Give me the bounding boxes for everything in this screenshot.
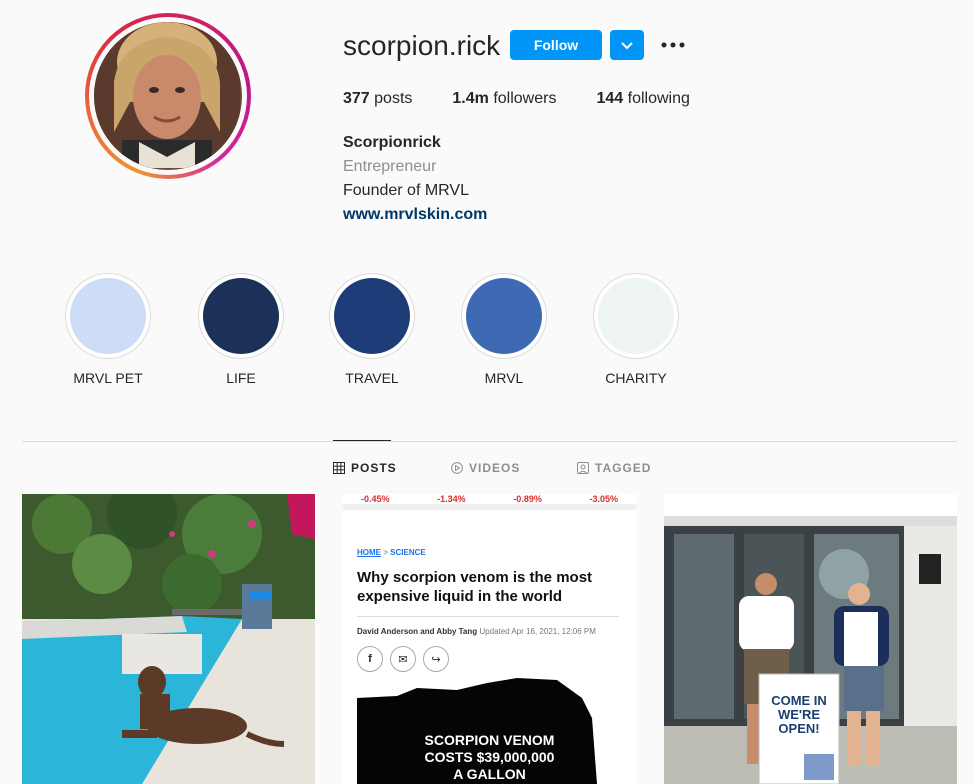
play-icon bbox=[451, 462, 463, 474]
profile-avatar-ring[interactable] bbox=[85, 13, 251, 179]
suggested-dropdown-button[interactable] bbox=[610, 30, 644, 60]
profile-username: scorpion.rick bbox=[343, 30, 501, 61]
bio-line: Founder of MRVL bbox=[343, 182, 469, 199]
facebook-icon: f bbox=[357, 646, 383, 672]
article-breadcrumb: HOME > SCIENCE bbox=[357, 548, 426, 557]
more-options-button[interactable] bbox=[658, 30, 688, 60]
highlight-label: MRVL PET bbox=[73, 370, 143, 386]
tab-label: TAGGED bbox=[595, 461, 652, 475]
tab-posts[interactable]: POSTS bbox=[333, 461, 397, 475]
stat-following[interactable]: 144 following bbox=[596, 90, 689, 108]
highlight-label: MRVL bbox=[484, 370, 524, 386]
bio-link[interactable]: www.mrvlskin.com bbox=[343, 203, 487, 227]
store-opening-image bbox=[664, 494, 957, 784]
post-thumbnail-article[interactable]: -0.45% -1.34% -0.89% -3.05% HOME > SCIEN… bbox=[343, 494, 636, 784]
stat-followers[interactable]: 1.4m followers bbox=[452, 90, 556, 108]
article-image-caption: SCORPION VENOM COSTS $39,000,000 A GALLO… bbox=[424, 732, 555, 782]
profile-stats: 377 posts 1.4m followers 144 following bbox=[343, 90, 690, 108]
tab-tagged[interactable]: TAGGED bbox=[577, 461, 651, 475]
highlight-mrvl-pet[interactable]: MRVL PET bbox=[65, 273, 151, 386]
highlight-label: CHARITY bbox=[605, 370, 667, 386]
grid-icon bbox=[333, 462, 345, 474]
chevron-down-icon bbox=[621, 42, 633, 50]
tab-videos[interactable]: VIDEOS bbox=[451, 461, 520, 475]
stat-posts: 377 posts bbox=[343, 90, 413, 107]
bio-category: Entrepreneur bbox=[343, 158, 437, 175]
tab-label: VIDEOS bbox=[469, 461, 521, 475]
post-thumbnail-store-opening[interactable]: COME IN WE'RE OPEN! bbox=[664, 494, 957, 784]
share-icon: ↪ bbox=[423, 646, 449, 672]
highlight-label: TRAVEL bbox=[345, 370, 399, 386]
profile-bio: Scorpionrick Entrepreneur Founder of MRV… bbox=[343, 131, 487, 227]
tag-icon bbox=[577, 462, 589, 474]
highlight-label: LIFE bbox=[226, 370, 256, 386]
article-headline: Why scorpion venom is the most expensive… bbox=[357, 569, 593, 605]
highlight-mrvl[interactable]: MRVL bbox=[461, 273, 547, 386]
article-byline: David Anderson and Abby Tang Updated Apr… bbox=[357, 627, 596, 636]
follow-button[interactable]: Follow bbox=[510, 30, 602, 60]
article-share-icons: f ✉ ↪ bbox=[357, 646, 449, 672]
email-icon: ✉ bbox=[390, 646, 416, 672]
pool-dog-image bbox=[22, 494, 315, 784]
avatar bbox=[94, 22, 242, 170]
active-tab-indicator bbox=[333, 440, 391, 441]
highlight-life[interactable]: LIFE bbox=[198, 273, 284, 386]
tabs-divider bbox=[22, 441, 957, 442]
post-thumbnail-pool-dog[interactable] bbox=[22, 494, 315, 784]
more-horizontal-icon bbox=[661, 42, 685, 48]
tab-label: POSTS bbox=[351, 461, 397, 475]
store-sign-text: COME IN WE'RE OPEN! bbox=[771, 693, 827, 736]
highlight-charity[interactable]: CHARITY bbox=[593, 273, 679, 386]
highlight-travel[interactable]: TRAVEL bbox=[329, 273, 415, 386]
ticker-row: -0.45% -1.34% -0.89% -3.05% bbox=[361, 494, 618, 504]
bio-name: Scorpionrick bbox=[343, 134, 441, 151]
